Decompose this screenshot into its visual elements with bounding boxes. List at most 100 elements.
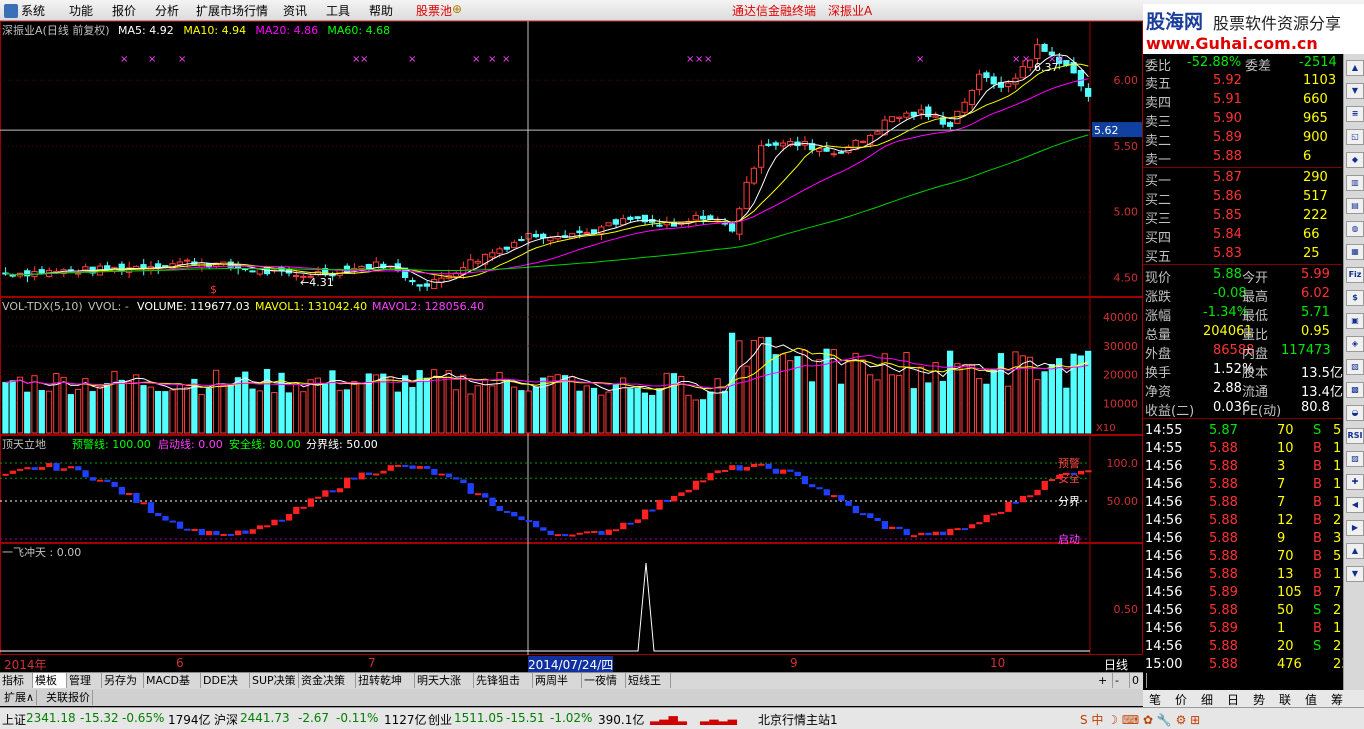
menu-extended-market[interactable]: 扩展市场行情 [196, 2, 268, 19]
volume-bar [38, 390, 45, 434]
tab-3[interactable]: 另存为 [102, 673, 144, 688]
tab-12[interactable]: 一夜情 [582, 673, 626, 688]
tab-8[interactable]: 扭转乾坤 [356, 673, 415, 688]
zoom-button-0[interactable]: + [1096, 673, 1113, 688]
buy-row: 买三 5.85 222 [1143, 207, 1342, 227]
tab-1[interactable]: 模板 [33, 673, 67, 688]
cell: 222 [1303, 208, 1328, 223]
tab-10[interactable]: 先锋狙击 [474, 673, 533, 688]
toolbar-icon-18[interactable]: ✚ [1346, 474, 1364, 490]
toolbar-icon-13[interactable]: ▧ [1346, 359, 1364, 375]
server-name[interactable]: 北京行情主站1 [758, 711, 838, 728]
stock-pool-icon[interactable]: ⊕ [452, 2, 462, 16]
cell: 卖四 [1145, 96, 1172, 111]
toolbar-icon-12[interactable]: ◈ [1346, 336, 1364, 352]
oscillator-bar [547, 530, 554, 536]
candle-body [1063, 60, 1070, 66]
cell: 1 [1277, 621, 1286, 636]
oscillator-bar [249, 529, 256, 534]
toolbar-icon-22[interactable]: ▼ [1346, 566, 1364, 582]
tab-2[interactable]: 管理 [67, 673, 102, 688]
zoom-button-2[interactable]: 0 [1130, 673, 1147, 688]
tab-13[interactable]: 短线王 [626, 673, 671, 688]
volume-bar [670, 373, 678, 434]
detail-tab-6[interactable]: 值 [1305, 691, 1317, 708]
tab-0[interactable]: 指标 [0, 673, 33, 688]
oscillator-bar [852, 505, 859, 514]
oscillator-bar [453, 477, 460, 480]
menu-help[interactable]: 帮助 [369, 2, 393, 19]
volume-bar [278, 372, 285, 434]
toolbar-icon-3[interactable]: ◱ [1346, 129, 1364, 145]
oscillator-bar [998, 511, 1005, 514]
detail-tab-0[interactable]: 笔 [1149, 691, 1161, 708]
toolbar-icon-20[interactable]: ▶ [1346, 520, 1364, 536]
oscillator-bar [416, 466, 423, 469]
stock-pool-button[interactable]: 股票池 [416, 2, 452, 19]
volume-bar [147, 386, 154, 434]
tab-9[interactable]: 明天大涨 [415, 673, 474, 688]
signal-marker: $ [210, 283, 217, 296]
toolbar-icon-21[interactable]: ▲ [1346, 543, 1364, 559]
detail-tab-2[interactable]: 细 [1201, 691, 1213, 708]
oscillator-bar [271, 519, 278, 526]
oscillator-bar [918, 532, 925, 536]
toolbar-icon-17[interactable]: ▨ [1346, 451, 1364, 467]
toolbar-icon-5[interactable]: ▥ [1346, 175, 1364, 191]
detail-tab-4[interactable]: 势 [1253, 691, 1265, 708]
ime-icon[interactable]: S 中 ☽ ⌨ ✿ 🔧 ⚙ ⊞ [1080, 711, 1200, 728]
menu-function[interactable]: 功能 [69, 2, 93, 19]
menu-news[interactable]: 资讯 [283, 2, 307, 19]
tab-5[interactable]: DDE决策 [201, 673, 250, 702]
toolbar-icon-15[interactable]: ◒ [1346, 405, 1364, 421]
oscillator-bar [569, 534, 576, 537]
toolbar-icon-6[interactable]: ▤ [1346, 198, 1364, 214]
detail-tab-5[interactable]: 联 [1279, 691, 1291, 708]
toolbar-icon-1[interactable]: ▼ [1346, 83, 1364, 99]
toolbar-icon-10[interactable]: $ [1346, 290, 1364, 306]
tab-11[interactable]: 两周半 [533, 673, 582, 688]
tab-6[interactable]: SUP决策 [250, 673, 299, 688]
ext-tab-1[interactable]: 关联报价 [44, 690, 93, 705]
detail-tab-7[interactable]: 筹 [1331, 691, 1343, 708]
candle-body [1041, 44, 1048, 52]
ad-link-terminal[interactable]: 通达信金融终端 [732, 2, 816, 19]
oscillator-bar [1063, 472, 1070, 475]
toolbar-icon-7[interactable]: ◍ [1346, 221, 1364, 237]
menu-tools[interactable]: 工具 [326, 2, 350, 19]
kline-chart-area[interactable]: 深振业A(日线 前复权) MA5: 4.92 MA10: 4.94 MA20: 4.8… [0, 21, 1143, 655]
ad-link-stock[interactable]: 深振业A [828, 2, 872, 19]
toolbar-icon-2[interactable]: ≡ [1346, 106, 1364, 122]
tab-7[interactable]: 资金决策 [299, 673, 356, 688]
hs-index-label: 沪深 [214, 713, 239, 727]
candle-body [547, 237, 554, 242]
detail-tab-1[interactable]: 价 [1175, 691, 1187, 708]
toolbar-icon-11[interactable]: ▣ [1346, 313, 1364, 329]
oscillator-bar [147, 502, 155, 513]
toolbar-icon-16[interactable]: RSI [1346, 428, 1364, 444]
menu-system[interactable]: 系统 [4, 2, 45, 19]
oscillator-bar [162, 516, 169, 521]
oscillator-bar [649, 509, 656, 512]
period-label[interactable]: 日线 [1104, 656, 1128, 673]
detail-tab-3[interactable]: 日 [1227, 691, 1239, 708]
toolbar-icon-19[interactable]: ◀ [1346, 497, 1364, 513]
candle-body [968, 89, 976, 106]
toolbar-icon-0[interactable]: ▲ [1346, 60, 1364, 76]
candle-body [358, 265, 365, 270]
toolbar-icon-14[interactable]: ▩ [1346, 382, 1364, 398]
toolbar-icon-4[interactable]: ◆ [1346, 152, 1364, 168]
volume-bar [525, 390, 532, 434]
volume-bar [336, 389, 343, 434]
toolbar-icon-8[interactable]: ▦ [1346, 244, 1364, 260]
toolbar-icon-9[interactable]: Fiz [1346, 267, 1364, 283]
zoom-button-1[interactable]: - [1113, 673, 1130, 688]
oscillator-bar [82, 470, 89, 478]
menu-quote[interactable]: 报价 [112, 2, 136, 19]
tab-4[interactable]: MACD基本 [144, 673, 201, 702]
panel-border-3 [0, 543, 1143, 655]
volume-bar [903, 352, 910, 434]
ext-tab-0[interactable]: 扩展∧ [2, 690, 38, 705]
menu-analysis[interactable]: 分析 [155, 2, 179, 19]
price-axis-label: 5.00 [1114, 206, 1139, 219]
